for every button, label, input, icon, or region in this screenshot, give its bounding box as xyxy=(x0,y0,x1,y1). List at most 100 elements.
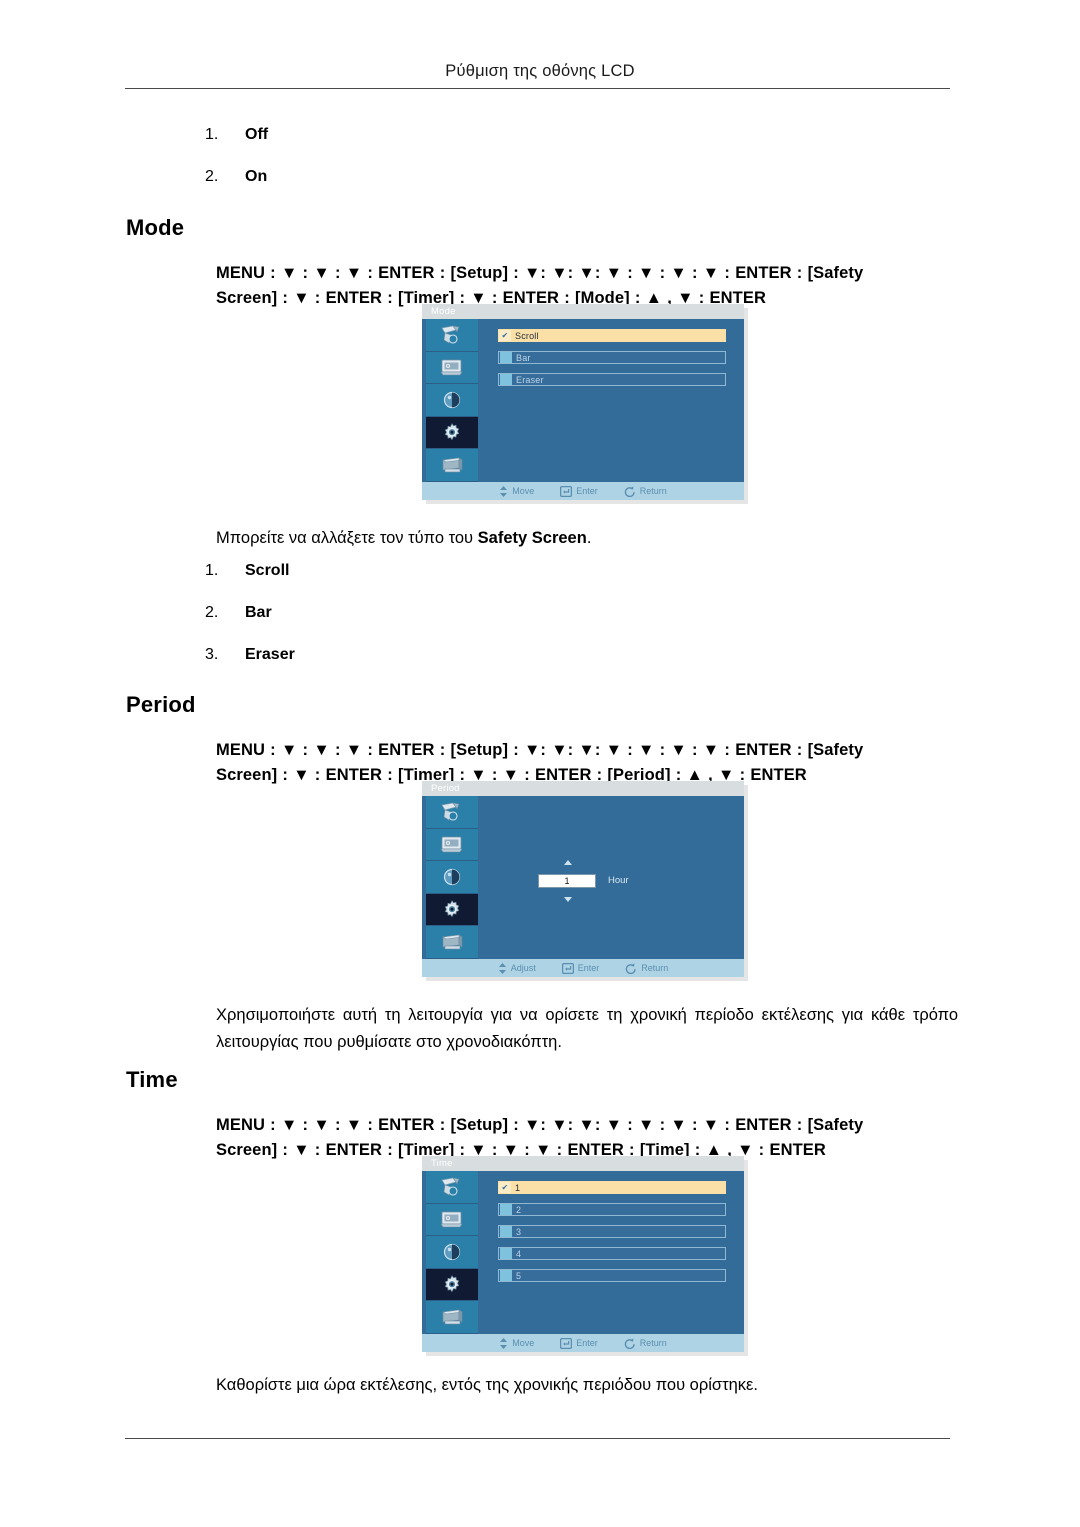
osd-sidebar-item-4[interactable] xyxy=(426,1301,478,1334)
contrast-circle-icon xyxy=(442,867,462,887)
footer-rule xyxy=(125,1438,950,1439)
osd-body: ✔ Scroll Bar Eraser xyxy=(422,319,744,482)
list-label: Off xyxy=(245,126,269,143)
osd-footer-item[interactable]: Move xyxy=(499,1337,534,1349)
osd-title: Period xyxy=(422,781,744,796)
list-item: 2. Bar xyxy=(205,604,295,646)
list-index: 2. xyxy=(205,168,219,185)
spinner-value[interactable]: 1 xyxy=(538,874,596,888)
osd-sidebar-item-0[interactable] xyxy=(426,796,478,829)
osd-sidebar-item-4[interactable] xyxy=(426,926,478,959)
osd-footer-item[interactable]: Adjust xyxy=(498,962,536,974)
osd-row-label: 1 xyxy=(515,1182,521,1193)
section-numbered-list: 1. Scroll 2. Bar 3. Eraser xyxy=(205,562,295,688)
contrast-circle-icon xyxy=(442,390,462,410)
osd-row-checkbox xyxy=(500,1270,512,1281)
gear-setup-icon xyxy=(441,1274,463,1296)
list-index: 1. xyxy=(205,126,219,143)
list-item: 1. Scroll xyxy=(205,562,295,604)
section-heading-period: Period xyxy=(126,692,196,717)
description-bold: Safety Screen xyxy=(477,529,587,547)
section-description: Μπορείτε να αλλάξετε τον τύπο του Safety… xyxy=(216,525,958,552)
osd-title: Mode xyxy=(422,304,744,319)
osd-row-label: 5 xyxy=(516,1270,522,1281)
osd-content: ✔ 1 2 3 4 5 xyxy=(480,1171,740,1334)
brush-tool-icon xyxy=(439,1176,465,1198)
osd-row-label: 2 xyxy=(516,1204,522,1215)
osd-sidebar-item-1[interactable] xyxy=(426,351,478,385)
osd-footer: Move Enter Return xyxy=(422,1334,744,1352)
spinner-down-arrow-icon[interactable] xyxy=(564,897,572,902)
osd-menu-row[interactable]: ✔ Scroll xyxy=(498,329,726,342)
osd-footer-label: Enter xyxy=(576,1338,598,1348)
updown-arrow-icon xyxy=(499,1337,508,1349)
list-item: 1. Off xyxy=(205,126,268,168)
osd-footer-label: Move xyxy=(512,486,535,496)
osd-menu-row[interactable]: Eraser xyxy=(498,373,726,386)
enter-key-icon xyxy=(560,485,573,497)
osd-body: ✔ 1 2 3 4 5 xyxy=(422,1171,744,1334)
osd-footer-item[interactable]: Enter xyxy=(561,962,599,974)
osd-menu-row[interactable]: 2 xyxy=(498,1203,726,1216)
osd-sidebar-item-2[interactable] xyxy=(426,861,478,894)
brush-tool-icon xyxy=(439,801,465,823)
display-monitor-icon xyxy=(439,1209,465,1229)
osd-footer-item[interactable]: Return xyxy=(624,1337,667,1349)
osd-menu-row[interactable]: 4 xyxy=(498,1247,726,1260)
gear-setup-icon xyxy=(441,899,463,921)
return-arrow-icon xyxy=(625,962,637,974)
osd-menu-row[interactable]: 3 xyxy=(498,1225,726,1238)
running-header: Ρύθμιση της οθόνης LCD xyxy=(445,62,635,80)
osd-footer-item[interactable]: Enter xyxy=(560,485,598,497)
osd-sidebar-item-0[interactable] xyxy=(426,319,478,352)
osd-menu-row[interactable]: Bar xyxy=(498,351,726,364)
list-label: Eraser xyxy=(245,646,295,663)
osd-row-checkbox xyxy=(500,1248,512,1259)
multi-screen-icon xyxy=(439,932,465,952)
osd-footer-item[interactable]: Return xyxy=(624,485,667,497)
list-item: 2. On xyxy=(205,168,268,210)
display-monitor-icon xyxy=(439,834,465,854)
osd-footer-item[interactable]: Move xyxy=(499,485,535,497)
osd-sidebar-item-3[interactable] xyxy=(426,1268,478,1302)
document-page: Ρύθμιση της οθόνης LCD 1. Off 2. On Mode… xyxy=(0,0,1080,1527)
contrast-circle-icon xyxy=(442,1242,462,1262)
osd-footer-item[interactable]: Return xyxy=(625,962,669,974)
osd-row-checkbox xyxy=(500,1226,512,1237)
gear-setup-icon xyxy=(441,422,463,444)
osd-footer-label: Return xyxy=(639,1338,667,1348)
description-suffix: . xyxy=(586,529,592,547)
osd-sidebar-item-1[interactable] xyxy=(426,1203,478,1237)
osd-sidebar-item-0[interactable] xyxy=(426,1171,478,1204)
osd-sidebar-item-1[interactable] xyxy=(426,828,478,862)
osd-value-spinner[interactable]: 1 Hour xyxy=(530,858,680,908)
osd-row-checkbox xyxy=(500,1204,512,1215)
section-heading-time: Time xyxy=(126,1067,178,1092)
osd-row-checkbox: ✔ xyxy=(499,330,511,341)
osd-sidebar-item-3[interactable] xyxy=(426,416,478,450)
osd-footer-label: Adjust xyxy=(510,963,536,973)
spinner-unit-label: Hour xyxy=(608,875,629,886)
list-index: 1. xyxy=(205,562,219,579)
menu-path-line1: MENU : ▼ : ▼ : ▼ : ENTER : [Setup] : ▼: … xyxy=(216,1116,864,1134)
osd-row-checkbox xyxy=(500,374,512,385)
enter-key-icon xyxy=(560,1337,573,1349)
osd-menu-row[interactable]: 5 xyxy=(498,1269,726,1282)
osd-row-label: Eraser xyxy=(516,374,544,385)
osd-sidebar-item-3[interactable] xyxy=(426,893,478,927)
osd-row-label: 3 xyxy=(516,1226,522,1237)
list-index: 2. xyxy=(205,604,219,621)
description-prefix: Μπορείτε να αλλάξετε τον τύπο του xyxy=(216,529,478,547)
osd-row-label: Bar xyxy=(516,352,531,363)
top-numbered-list: 1. Off 2. On xyxy=(205,126,268,210)
spinner-up-arrow-icon[interactable] xyxy=(564,860,572,865)
osd-sidebar-item-4[interactable] xyxy=(426,449,478,482)
osd-sidebar-item-2[interactable] xyxy=(426,1236,478,1269)
osd-menu-row[interactable]: ✔ 1 xyxy=(498,1181,726,1194)
osd-footer: Move Enter Return xyxy=(422,482,744,500)
osd-body: 1 Hour xyxy=(422,796,744,959)
list-item: 3. Eraser xyxy=(205,646,295,688)
osd-sidebar-item-2[interactable] xyxy=(426,384,478,417)
osd-footer-label: Return xyxy=(641,963,669,973)
osd-footer-item[interactable]: Enter xyxy=(560,1337,598,1349)
